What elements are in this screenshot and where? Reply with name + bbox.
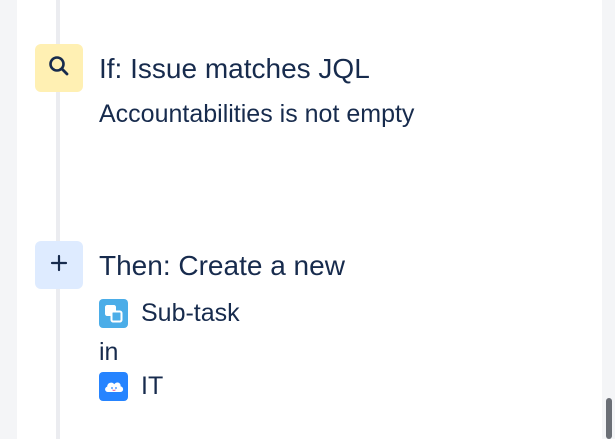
issue-type-label: Sub-task (141, 298, 240, 327)
cloud-project-icon (99, 371, 128, 401)
rule-component-condition[interactable]: If: Issue matches JQL Accountabilities i… (35, 44, 595, 144)
scrollbar-thumb[interactable] (606, 398, 612, 439)
plus-icon (49, 253, 69, 278)
project-row: IT (99, 370, 163, 402)
left-gutter (0, 0, 17, 439)
action-title: Then: Create a new (99, 250, 345, 281)
condition-icon-tile (35, 44, 83, 92)
vertical-scrollbar[interactable] (602, 0, 615, 439)
action-icon-tile (35, 241, 83, 289)
project-label: IT (141, 371, 164, 400)
search-icon (47, 54, 71, 83)
connector-text: in (99, 338, 119, 366)
condition-description: Accountabilities is not empty (99, 100, 415, 128)
issue-type-row: Sub-task (99, 297, 240, 329)
rule-component-action[interactable]: Then: Create a new Sub-task in IT (35, 241, 595, 411)
condition-title: If: Issue matches JQL (99, 53, 370, 84)
subtask-icon (99, 298, 128, 328)
